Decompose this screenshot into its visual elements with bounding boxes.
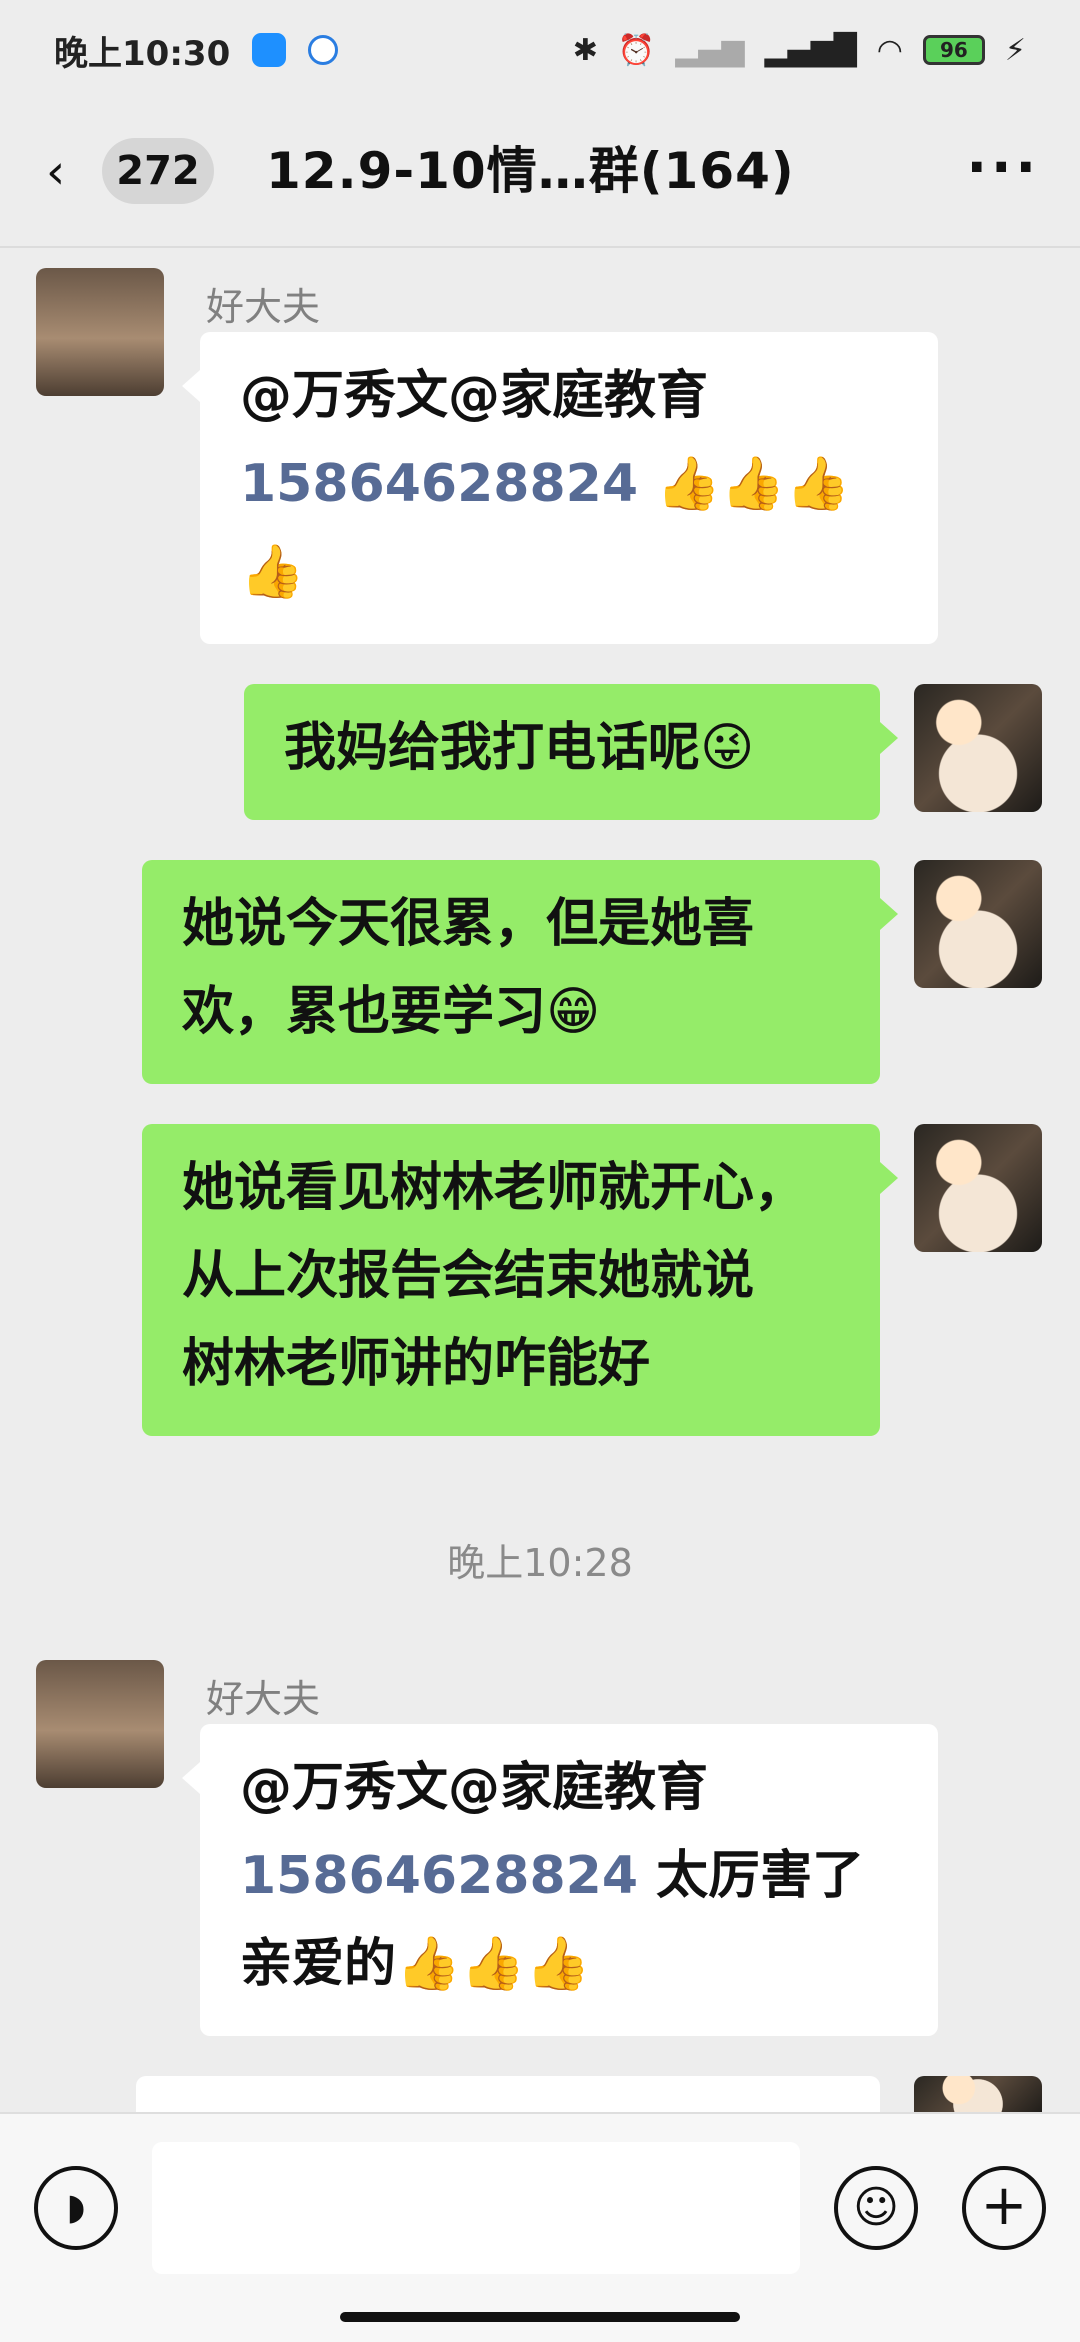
message-bubble[interactable]: @万秀文@家庭教育 15864628824 太厉害了 亲爱的👍👍👍 <box>182 1724 938 2036</box>
voice-icon[interactable]: ◗ <box>34 2166 118 2250</box>
battery-icon: 96 <box>922 35 985 65</box>
sender-name: 好大夫 <box>206 285 321 329</box>
avatar[interactable] <box>914 2076 1042 2116</box>
message-line: 👍 <box>240 528 898 616</box>
message-line: 亲爱的👍👍👍 <box>240 1934 591 1994</box>
message-bubble[interactable]: 我妈给我打电话呢😜 <box>244 684 898 820</box>
input-bar: ◗ ☺ + <box>0 2112 1080 2342</box>
message-line: 从上次报告会结束她就说 <box>182 1246 755 1306</box>
avatar[interactable] <box>914 1124 1042 1252</box>
chat-header: ‹ 272 12.9-10情…群(164) ··· <box>0 118 1080 228</box>
status-bar: 晚上10:30 ✱ ⏰ ▂▄▆ ▂▄▆█ ◠ 96 ⚡ <box>0 0 1080 100</box>
message-bubble[interactable]: 她说看见树林老师就开心， 从上次报告会结束她就说 树林老师讲的咋能好 <box>142 1124 898 1436</box>
message-text: 我妈给我打电话呢😜 <box>284 718 755 778</box>
message-line: 她说看见树林老师就开心， <box>182 1158 807 1218</box>
thumbs-up-icon: 👍 <box>240 542 305 602</box>
avatar[interactable] <box>914 860 1042 988</box>
message-line: 她说今天很累，但是她喜 <box>182 894 755 954</box>
time-separator: 晚上10:28 <box>447 1541 633 1585</box>
message-bubble[interactable]: @万秀文@家庭教育 15864628824 👍👍👍 👍 <box>182 332 938 644</box>
status-time: 晚上10:30 <box>54 33 231 74</box>
app-icon-2 <box>308 35 339 65</box>
phone-link[interactable]: 15864628824 <box>240 1846 638 1906</box>
message-bubble[interactable]: 她说今天很累，但是她喜 欢，累也要学习😁 <box>142 860 898 1084</box>
bluetooth-icon: ✱ <box>572 32 598 68</box>
hd-signal-icon: ▂▄▆█ <box>764 32 857 68</box>
alarm-icon: ⏰ <box>617 32 656 68</box>
emoji-icon[interactable]: ☺ <box>834 2166 918 2250</box>
message-line: @万秀文@家庭教育 <box>240 1758 709 1818</box>
message-text: 太厉害了 <box>638 1846 865 1906</box>
more-icon[interactable]: ··· <box>966 138 1040 198</box>
avatar[interactable] <box>36 1660 164 1788</box>
app-icon <box>252 33 287 67</box>
message-line: 欢，累也要学习😁 <box>182 982 601 1042</box>
chevron-left-icon[interactable]: ‹ <box>46 146 86 198</box>
signal-icon: ▂▄▆ <box>675 32 745 68</box>
chat-title: 12.9-10情…群(164) <box>266 142 795 200</box>
battery-level: 96 <box>940 38 968 62</box>
phone-link[interactable]: 15864628824 <box>240 454 638 514</box>
message-line: 15864628824 太厉害了 <box>240 1832 898 1920</box>
sender-name: 好大夫 <box>206 1677 321 1721</box>
avatar[interactable] <box>36 268 164 396</box>
header-divider <box>0 246 1080 248</box>
charging-icon: ⚡ <box>1004 32 1026 68</box>
plus-icon[interactable]: + <box>962 2166 1046 2250</box>
message-line: 树林老师讲的咋能好 <box>182 1334 651 1394</box>
message-line: @万秀文@家庭教育 <box>240 366 709 426</box>
unread-count-badge[interactable]: 272 <box>102 138 214 204</box>
wifi-icon: ◠ <box>876 32 903 68</box>
thumbs-up-icon: 👍👍👍 <box>656 454 851 514</box>
home-indicator[interactable] <box>340 2312 740 2322</box>
avatar[interactable] <box>914 684 1042 812</box>
message-input[interactable] <box>152 2142 800 2274</box>
message-line: 15864628824 👍👍👍 <box>240 440 898 528</box>
